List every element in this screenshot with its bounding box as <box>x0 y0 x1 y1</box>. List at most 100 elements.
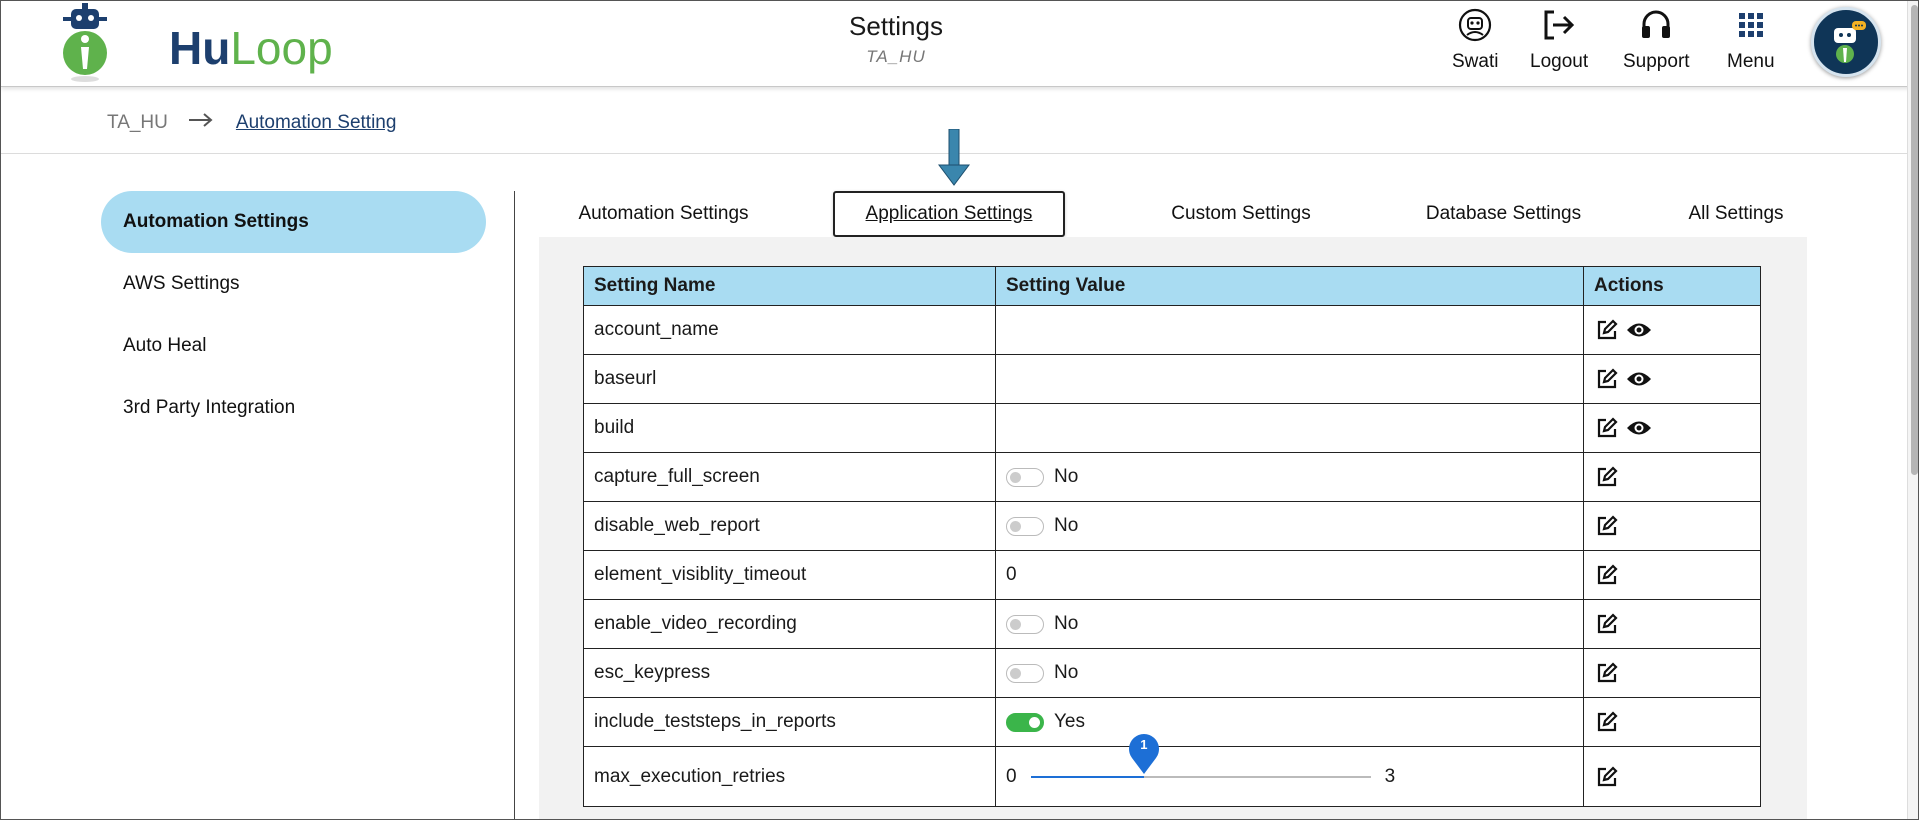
tab-application-settings[interactable]: Application Settings <box>833 191 1065 237</box>
user-robot-icon <box>1455 7 1495 43</box>
sidebar-item-automation-settings[interactable]: Automation Settings <box>101 191 486 253</box>
settings-table-body: account_name baseurl build capture_full_scr… <box>583 305 1761 807</box>
chatbot-icon <box>1834 21 1866 63</box>
setting-toggle[interactable] <box>1006 467 1044 487</box>
sidebar-item-auto-heal[interactable]: Auto Heal <box>101 315 486 377</box>
top-header: HuLoop Settings TA_HU Swati Logout Suppo… <box>1 1 1918 87</box>
table-row: include_teststeps_in_reports Yes <box>583 697 1761 747</box>
setting-value-cell: No <box>995 599 1584 649</box>
breadcrumb-root[interactable]: TA_HU <box>107 112 168 134</box>
tab-automation-settings[interactable]: Automation Settings <box>551 191 776 237</box>
edit-icon[interactable] <box>1594 562 1620 588</box>
actions-cell <box>1583 354 1761 404</box>
edit-icon[interactable] <box>1594 317 1620 343</box>
nav-menu[interactable]: Menu <box>1727 7 1775 73</box>
setting-value-text: 0 <box>1006 564 1017 585</box>
edit-icon[interactable] <box>1594 415 1620 441</box>
slider-value-label: 1 <box>1140 736 1148 752</box>
row-actions <box>1594 660 1750 686</box>
table-row: account_name <box>583 305 1761 355</box>
edit-icon[interactable] <box>1594 660 1620 686</box>
setting-name-cell: account_name <box>583 305 996 355</box>
tab-custom-settings[interactable]: Custom Settings <box>1141 191 1341 237</box>
header-setting-value: Setting Value <box>995 266 1584 306</box>
robot-logo-icon <box>63 3 107 82</box>
setting-toggle[interactable] <box>1006 614 1044 634</box>
setting-name-cell: disable_web_report <box>583 501 996 551</box>
slider-max-label: 3 <box>1384 765 1396 787</box>
table-row: build <box>583 403 1761 453</box>
row-actions <box>1594 709 1750 735</box>
page-title: Settings <box>849 11 943 41</box>
setting-value-cell: No <box>995 648 1584 698</box>
huloop-logo[interactable]: HuLoop <box>51 3 333 83</box>
table-row: enable_video_recording No <box>583 599 1761 649</box>
setting-toggle[interactable] <box>1006 516 1044 536</box>
row-actions <box>1594 562 1750 588</box>
page-subtitle: TA_HU <box>866 47 926 66</box>
toggle-label: No <box>1054 515 1079 536</box>
nav-menu-label: Menu <box>1727 51 1775 72</box>
row-actions <box>1594 611 1750 637</box>
toggle-group: No <box>1006 515 1573 537</box>
setting-name-cell: enable_video_recording <box>583 599 996 649</box>
sidebar-item-3rd-party-integration[interactable]: 3rd Party Integration <box>101 377 486 439</box>
edit-icon[interactable] <box>1594 709 1620 735</box>
actions-cell <box>1583 403 1761 453</box>
setting-value-cell <box>995 403 1584 453</box>
headset-icon <box>1636 7 1676 43</box>
breadcrumb-current[interactable]: Automation Setting <box>236 112 397 134</box>
slider-min-label: 0 <box>1006 765 1017 787</box>
page-scrollbar[interactable] <box>1907 1 1918 819</box>
edit-icon[interactable] <box>1594 611 1620 637</box>
edit-icon[interactable] <box>1594 513 1620 539</box>
nav-user[interactable]: Swati <box>1452 7 1498 73</box>
nav-logout-label: Logout <box>1530 51 1589 72</box>
row-actions <box>1594 317 1750 343</box>
setting-name-cell: esc_keypress <box>583 648 996 698</box>
arrow-right-icon <box>188 112 214 134</box>
row-actions <box>1594 764 1750 790</box>
eye-icon[interactable] <box>1626 366 1652 392</box>
table-row: max_execution_retries 0 1 3 <box>583 733 1761 807</box>
sidebar-divider <box>514 191 515 819</box>
toggle-group: No <box>1006 466 1573 488</box>
slider-fill <box>1030 775 1144 778</box>
actions-cell <box>1583 599 1761 649</box>
retries-slider[interactable]: 1 <box>1030 733 1371 778</box>
nav-support-label: Support <box>1623 51 1690 72</box>
setting-value-cell: No <box>995 452 1584 502</box>
setting-value-cell <box>995 354 1584 404</box>
tab-all-settings[interactable]: All Settings <box>1671 191 1801 237</box>
toggle-label: No <box>1054 662 1079 683</box>
setting-name-cell: capture_full_screen <box>583 452 996 502</box>
setting-name-cell: max_execution_retries <box>583 746 996 807</box>
tab-database-settings[interactable]: Database Settings <box>1401 191 1606 237</box>
table-row: element_visiblity_timeout 0 <box>583 550 1761 600</box>
nav-support[interactable]: Support <box>1623 7 1690 73</box>
setting-value-cell: Yes <box>995 697 1584 747</box>
eye-icon[interactable] <box>1626 317 1652 343</box>
actions-cell <box>1583 452 1761 502</box>
setting-toggle[interactable] <box>1006 663 1044 683</box>
setting-name-cell: element_visiblity_timeout <box>583 550 996 600</box>
assistant-bot-button[interactable] <box>1811 7 1881 77</box>
actions-cell <box>1583 550 1761 600</box>
eye-icon[interactable] <box>1626 415 1652 441</box>
settings-table: Setting Name Setting Value Actions accou… <box>583 266 1761 807</box>
nav-logout[interactable]: Logout <box>1530 7 1588 73</box>
edit-icon[interactable] <box>1594 464 1620 490</box>
header-setting-name: Setting Name <box>583 266 996 306</box>
edit-icon[interactable] <box>1594 366 1620 392</box>
sidebar-item-aws-settings[interactable]: AWS Settings <box>101 253 486 315</box>
edit-icon[interactable] <box>1594 764 1620 790</box>
setting-toggle[interactable] <box>1006 712 1044 732</box>
setting-value-cell: No <box>995 501 1584 551</box>
scrollbar-thumb[interactable] <box>1911 5 1918 475</box>
slider-group: 0 1 3 <box>1006 733 1573 806</box>
actions-cell <box>1583 501 1761 551</box>
toggle-label: No <box>1054 613 1079 634</box>
setting-name-cell: include_teststeps_in_reports <box>583 697 996 747</box>
grid-menu-icon <box>1731 7 1771 43</box>
slider-thumb[interactable]: 1 <box>1127 730 1161 774</box>
